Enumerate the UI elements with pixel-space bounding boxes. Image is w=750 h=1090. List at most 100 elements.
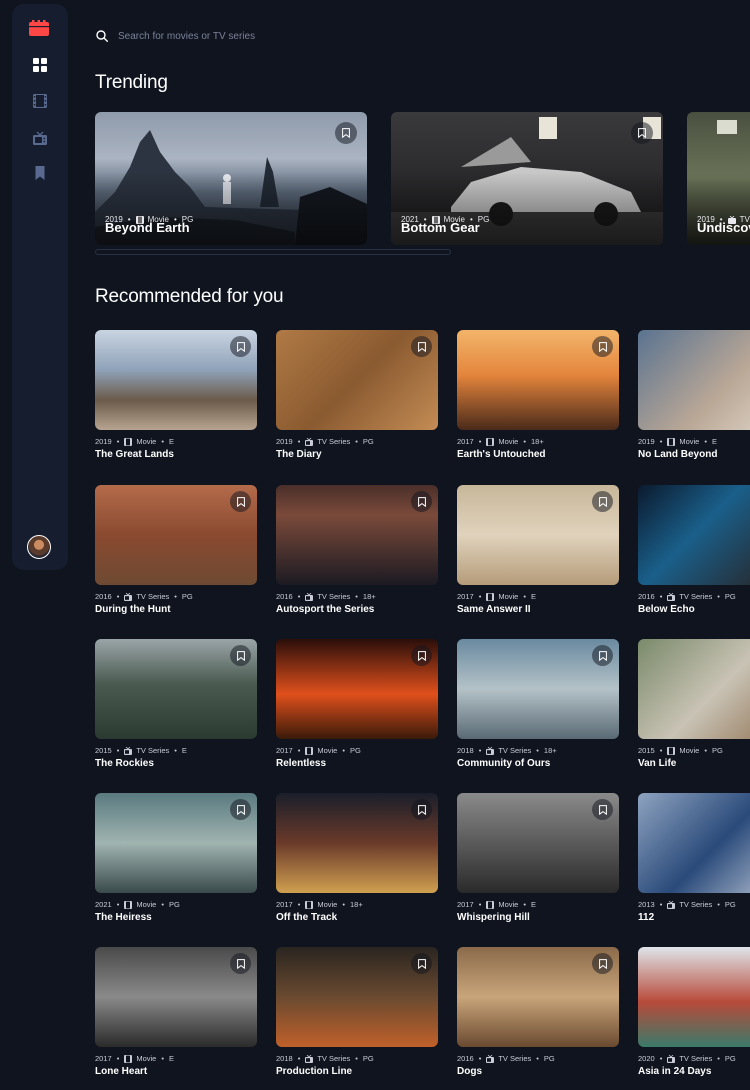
media-thumbnail[interactable] [276, 793, 438, 893]
media-card[interactable]: 2015 • TV Series • E The Rockies [95, 639, 257, 769]
media-card[interactable]: 2016 • TV Series • 18+ Autosport the Series [276, 485, 438, 615]
media-card[interactable]: 2017 • Movie • PG Relentless [276, 639, 438, 769]
media-category: TV Series [136, 592, 170, 601]
media-rating: E [168, 1054, 174, 1063]
trending-card[interactable]: 2019• TV Series Undiscovered Cities [687, 112, 750, 245]
media-thumbnail[interactable] [276, 485, 438, 585]
bookmark-button[interactable] [230, 336, 251, 357]
film-strip-icon [124, 437, 133, 446]
bookmark-empty-icon [417, 496, 426, 507]
trending-card[interactable]: 2021 • Movie • PG Bottom Gear [391, 112, 663, 245]
bookmark-button[interactable] [411, 645, 432, 666]
bookmark-empty-icon [598, 496, 607, 507]
media-thumbnail[interactable] [638, 485, 750, 585]
trending-card[interactable]: 2019 • Movie • PG Beyond Earth [95, 112, 367, 245]
bookmark-button[interactable] [631, 122, 653, 144]
media-meta: 2019 • Movie • E [638, 437, 717, 446]
bookmark-button[interactable] [230, 799, 251, 820]
film-strip-icon[interactable] [33, 94, 47, 108]
bookmark-button[interactable] [411, 336, 432, 357]
bookmark-button[interactable] [230, 645, 251, 666]
media-thumbnail[interactable] [457, 330, 619, 430]
bookmark-button[interactable] [592, 336, 613, 357]
carousel-scrollbar[interactable] [95, 249, 451, 255]
home-grid-icon[interactable] [33, 58, 47, 72]
media-meta: 2016 • TV Series • 18+ [276, 592, 376, 601]
media-thumbnail[interactable] [638, 330, 750, 430]
media-card[interactable]: 2016 • TV Series • PG Below Echo [638, 485, 750, 615]
tv-icon [486, 1054, 495, 1063]
media-category: Movie [317, 746, 338, 755]
media-thumbnail[interactable] [638, 793, 750, 893]
bookmark-button[interactable] [335, 122, 357, 144]
media-thumbnail[interactable] [95, 330, 257, 430]
tv-icon[interactable] [33, 131, 47, 145]
media-card[interactable]: 2017 • Movie • 18+ Off the Track [276, 793, 438, 923]
bookmark-button[interactable] [592, 645, 613, 666]
bookmark-empty-icon [417, 804, 426, 815]
bookmark-empty-icon [417, 958, 426, 969]
media-card[interactable]: 2015 • Movie • PG Van Life [638, 639, 750, 769]
media-card[interactable]: 2019 • TV Series • PG The Diary [276, 330, 438, 460]
avatar[interactable] [27, 535, 51, 559]
media-thumbnail[interactable] [457, 485, 619, 585]
media-card[interactable]: 2019 • Movie • E No Land Beyond [638, 330, 750, 460]
bookmark-button[interactable] [592, 799, 613, 820]
media-thumbnail[interactable] [95, 639, 257, 739]
media-thumbnail[interactable] [95, 947, 257, 1047]
bookmark-button[interactable] [592, 953, 613, 974]
media-card[interactable]: 2017 • Movie • E Whispering Hill [457, 793, 619, 923]
media-title: Community of Ours [457, 758, 551, 769]
media-meta: 2020 • TV Series • PG [638, 1054, 736, 1063]
media-thumbnail[interactable] [457, 639, 619, 739]
media-title: During the Hunt [95, 604, 171, 615]
media-rating: E [530, 592, 536, 601]
media-card[interactable]: 2018 • TV Series • PG Production Line [276, 947, 438, 1077]
media-card[interactable]: 2020 • TV Series • PG Asia in 24 Days [638, 947, 750, 1077]
media-card[interactable]: 2019 • Movie • E The Great Lands [95, 330, 257, 460]
bookmark-button[interactable] [411, 953, 432, 974]
media-card[interactable]: 2017 • Movie • 18+ Earth's Untouched [457, 330, 619, 460]
media-thumbnail[interactable] [276, 330, 438, 430]
media-thumbnail[interactable] [457, 947, 619, 1047]
media-year: 2021 [95, 900, 112, 909]
media-category: TV Series [317, 592, 351, 601]
bookmark-icon[interactable] [33, 166, 47, 180]
tv-icon [667, 900, 676, 909]
media-meta: 2017 • Movie • E [95, 1054, 174, 1063]
media-thumbnail[interactable] [95, 485, 257, 585]
media-thumbnail[interactable] [95, 793, 257, 893]
media-card[interactable]: 2021 • Movie • PG The Heiress [95, 793, 257, 923]
media-thumbnail[interactable] [276, 947, 438, 1047]
media-year: 2018 [276, 1054, 293, 1063]
media-thumbnail[interactable] [276, 639, 438, 739]
bookmark-empty-icon [598, 804, 607, 815]
media-card[interactable]: 2016 • TV Series • PG During the Hunt [95, 485, 257, 615]
bookmark-button[interactable] [411, 491, 432, 512]
bookmark-button[interactable] [411, 799, 432, 820]
tv-icon [305, 592, 314, 601]
bookmark-button[interactable] [230, 953, 251, 974]
media-card[interactable]: 2013 • TV Series • PG 112 [638, 793, 750, 923]
media-card[interactable]: 2017 • Movie • E Lone Heart [95, 947, 257, 1077]
bookmark-button[interactable] [230, 491, 251, 512]
film-strip-icon [305, 900, 314, 909]
recommended-grid: 2019 • Movie • E The Great Lands 2019 • TV Serie… [95, 330, 750, 1090]
bookmark-button[interactable] [592, 491, 613, 512]
media-thumbnail[interactable] [638, 639, 750, 739]
media-category: Movie [498, 592, 519, 601]
trending-carousel[interactable]: 2019 • Movie • PG Beyond Earth 2021 • Movie… [95, 112, 750, 257]
media-card[interactable]: 2018 • TV Series • 18+ Community of Ours [457, 639, 619, 769]
media-thumbnail[interactable] [638, 947, 750, 1047]
search-input[interactable] [118, 30, 518, 42]
media-title: Dogs [457, 1066, 482, 1077]
media-card[interactable]: 2017 • Movie • E Same Answer II [457, 485, 619, 615]
tv-icon [305, 1054, 314, 1063]
media-thumbnail[interactable] [457, 793, 619, 893]
app-logo-icon[interactable] [29, 20, 49, 36]
media-year: 2017 [276, 746, 293, 755]
bookmark-empty-icon [342, 128, 350, 138]
media-rating: E [168, 437, 174, 446]
media-card[interactable]: 2016 • TV Series • PG Dogs [457, 947, 619, 1077]
media-rating: PG [362, 1054, 374, 1063]
